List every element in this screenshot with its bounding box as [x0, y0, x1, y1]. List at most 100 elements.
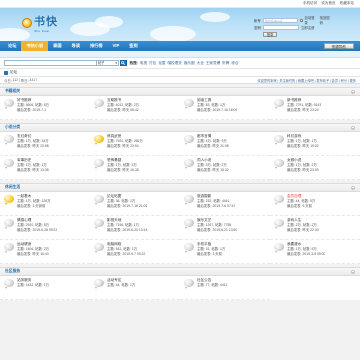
board-last-post[interactable]: 最后发表: 昨天 21:08	[197, 144, 229, 149]
board-last-post[interactable]: 最后发表: 2019-7-18 21:06	[107, 204, 147, 209]
bookmark-link[interactable]: 收藏本站	[340, 1, 354, 6]
board-last-post[interactable]: 最后发表: 2019-6-21 13:50	[197, 228, 237, 233]
collapse-icon[interactable]	[351, 185, 355, 190]
section-header[interactable]: 书籍相关	[0, 88, 360, 96]
nav-item-thailand[interactable]: 泰国	[48, 41, 66, 51]
board-last-post[interactable]: 最后发表: 2019-6-28 09:23	[17, 228, 57, 233]
quick-nav-button[interactable]: 快捷导航	[323, 43, 354, 49]
board-last-post[interactable]: 最后发表: 2019-3-5 09:00	[287, 252, 325, 257]
board-item[interactable]: 互助推书 主题: 4012, 帖数: 2万 最后发表: 昨天 08:42	[90, 96, 180, 120]
site-logo[interactable]: 书快 Shu Kuai	[22, 13, 58, 33]
account-input[interactable]: 用户名/Email	[262, 17, 299, 23]
collapse-icon[interactable]	[351, 269, 355, 274]
breadcrumb-forum[interactable]: 论坛	[10, 70, 17, 75]
account-label: 帐号	[254, 18, 261, 23]
board-last-post[interactable]: 最后发表: 昨天 15:32	[197, 168, 229, 173]
hot-search-link[interactable]: 大全	[197, 61, 204, 66]
board-last-post[interactable]: 最后发表: 昨天 16:43	[17, 252, 49, 257]
nav-item-forum[interactable]: 论坛	[3, 41, 21, 51]
hot-search-link[interactable]: 娱乐圈	[184, 61, 195, 66]
board-last-post[interactable]: 最后发表: 2019-7-16 16:09	[197, 108, 237, 113]
board-item[interactable]: 影视天地 主题: 7196, 帖数: 1万 最后发表: 2019-6-20 13:1…	[90, 216, 180, 240]
collapse-icon[interactable]	[351, 125, 355, 130]
board-last-post[interactable]: 最后发表: 昨天 23:54	[107, 144, 143, 149]
board-item[interactable]: 会员自理 主题: 44, 帖数: 5万 最后发表: 5 天前	[270, 192, 360, 216]
board-item[interactable]: 运动健身 主题: 1406, 帖数: 2万 最后发表: 昨天 16:43	[0, 240, 90, 264]
password-label: 密码	[254, 25, 261, 30]
set-homepage-link[interactable]: 设为首页	[321, 1, 335, 6]
board-item[interactable]: 情感心理 主题: 2920, 帖数: 5万 最后发表: 2019-6-28 09:2…	[0, 216, 90, 240]
board-item[interactable]: 新书推荐 主题: 7791, 帖数: 9143 最后发表: 昨天 23:24	[270, 96, 360, 120]
nav-item-vip[interactable]: VIP	[108, 41, 125, 51]
board-last-post[interactable]: 最后发表: 昨天 08:42	[107, 108, 139, 113]
section-header[interactable]: 小说分类	[0, 124, 360, 132]
login-button[interactable]: 登录	[263, 31, 277, 37]
board-last-post[interactable]: 最后发表: 昨天 13:35	[17, 168, 49, 173]
board-item[interactable]: 一起看木 主题: 4万, 帖数: 126万 最后发表: 3 分钟前	[0, 192, 90, 216]
hot-search-link[interactable]: 王家党爆	[206, 61, 220, 66]
speech-bubble-icon	[274, 243, 284, 253]
board-last-post[interactable]: 最后发表: 2019-7-1	[17, 108, 49, 113]
board-item[interactable]: 女频小说 主题: 1万, 帖数: 2万 最后发表: 昨天 23:09	[270, 156, 360, 180]
board-item[interactable]: 旅游摄影 主题: 232, 帖数: 4441 最后发表: 2019-7-6 07:4…	[180, 192, 270, 216]
board-item[interactable]: 社区公告 主题: 77, 帖数: 4411	[180, 276, 270, 300]
board-item[interactable]: 活动专区 主题: 44, 帖数: 1万	[90, 276, 180, 300]
board-item[interactable]: 修真武侠 主题: 7920, 帖数: 266万 最后发表: 昨天 23:54	[90, 132, 180, 156]
search-type-select[interactable]: 帖子 ▾	[97, 60, 119, 66]
nav-item-ranking[interactable]: 排行榜	[85, 41, 108, 51]
hot-search-link[interactable]: 打包	[149, 61, 156, 66]
board-last-post[interactable]: 最后发表: 昨天 23:58	[17, 144, 49, 149]
board-item[interactable]: 好书推荐 主题: 3606, 帖数: 6万 最后发表: 2019-7-1	[0, 96, 90, 120]
board-item[interactable]: 娱乐文艺 主题: 1267, 帖数: 7755 最后发表: 2019-6-21 13…	[180, 216, 270, 240]
board-item[interactable]: 论坛帖图 主题: 38, 帖数: 1万 最后发表: 2019-7-18 21:06	[90, 192, 180, 216]
search-button[interactable]	[119, 60, 127, 66]
board-item[interactable]: 科幻游戏 主题: 1万, 帖数: 1万 最后发表: 昨天 19:02	[270, 132, 360, 156]
collapse-icon[interactable]	[351, 89, 355, 94]
board-item[interactable]: 电脑网络 主题: 542, 帖数: 1万 最后发表: 2019-9-7 00:22	[90, 240, 180, 264]
board-item[interactable]: 站务服务 主题: 1432, 帖数: 1万	[0, 276, 90, 300]
password-input[interactable]	[263, 24, 299, 30]
section-header[interactable]: 社区服务	[0, 268, 360, 276]
board-item[interactable]: 都市言情 主题: 4万, 帖数: 9万 最后发表: 昨天 21:08	[180, 132, 270, 156]
board-item[interactable]: 我要灌水 主题: 1万, 帖数: 5万 最后发表: 2019-3-5 09:00	[270, 240, 360, 264]
board-item[interactable]: 玄幻奇幻 主题: 1万, 帖数: 34万 最后发表: 昨天 23:58	[0, 132, 90, 156]
nav-item-guide[interactable]: 导读	[67, 41, 85, 51]
board-item[interactable]: 军事历史 主题: 1万, 帖数: 1万 最后发表: 昨天 13:35	[0, 156, 90, 180]
board-last-post[interactable]: 最后发表: 3 分钟前	[17, 204, 51, 209]
remember-checkbox[interactable]	[300, 18, 304, 22]
board-last-post[interactable]: 最后发表: 昨天 23:24	[287, 108, 321, 113]
mobile-link[interactable]: 手机访问	[303, 1, 317, 6]
board-last-post[interactable]: 最后发表: 2019-6-20 13:14	[107, 228, 147, 233]
board-last-post[interactable]: 最后发表: 昨天 23:09	[287, 168, 319, 173]
hot-search-link[interactable]: 综合	[231, 61, 238, 66]
cloud-decoration	[95, 16, 123, 28]
speech-bubble-icon	[4, 279, 14, 289]
hot-search-link[interactable]: 泥童	[158, 61, 165, 66]
board-item[interactable]: 恐怖悬疑 主题: 1万, 帖数: 3万 最后发表: 昨天 16:35	[90, 156, 180, 180]
board-last-post[interactable]: 最后发表: 昨天 16:35	[107, 168, 139, 173]
forum-section: 休闲生活 一起看木 主题: 4万, 帖数: 126万 最后发表: 3 分钟前 论坛帖图主…	[0, 183, 360, 264]
board-item[interactable]: 游戏人生 主题: 2万, 帖数: 2万 最后发表: 昨天 22:33	[270, 216, 360, 240]
search-input[interactable]	[4, 60, 97, 66]
board-stats: 主题: 1432, 帖数: 1万	[17, 283, 50, 287]
board-last-post[interactable]: 最后发表: 3 天前	[197, 252, 225, 257]
nav-item-signin[interactable]: 签到	[124, 41, 142, 51]
stats-links[interactable]: 欢迎您的到来 | 关注我们的 | 我要上传吧 | 发布帖子 | 会员 | 积分 …	[258, 78, 356, 83]
board-item[interactable]: 手机平板 主题: 31, 帖数: 1万 最后发表: 3 天前	[180, 240, 270, 264]
hot-search-link[interactable]: 喧校理关	[167, 61, 181, 66]
board-last-post[interactable]: 最后发表: 昨天 22:33	[287, 228, 319, 233]
board-last-post[interactable]: 最后发表: 5 天前	[287, 204, 315, 209]
board-last-post[interactable]: 最后发表: 昨天 19:02	[287, 144, 319, 149]
board-last-post[interactable]: 最后发表: 2019-7-6 07:47	[197, 204, 235, 209]
board-item[interactable]: 同人小说 主题: 3万, 帖数: 2万 最后发表: 昨天 15:32	[180, 156, 270, 180]
home-icon[interactable]	[4, 70, 8, 75]
sun-logo-icon	[22, 18, 32, 28]
section-header[interactable]: 休闲生活	[0, 184, 360, 192]
hot-search-link[interactable]: 折腾	[222, 61, 229, 66]
board-item[interactable]: 阅读工具 主题: 83, 帖数: 1万 最后发表: 2019-7-16 16:09	[180, 96, 270, 120]
find-password-link[interactable]: 找回密码	[320, 15, 333, 25]
register-link[interactable]: 立即注册	[301, 25, 315, 30]
nav-item-novels[interactable]: 书快小说	[21, 41, 49, 51]
hot-search-link[interactable]: 电视	[140, 61, 147, 66]
board-last-post[interactable]: 最后发表: 2019-9-7 00:22	[107, 252, 145, 257]
